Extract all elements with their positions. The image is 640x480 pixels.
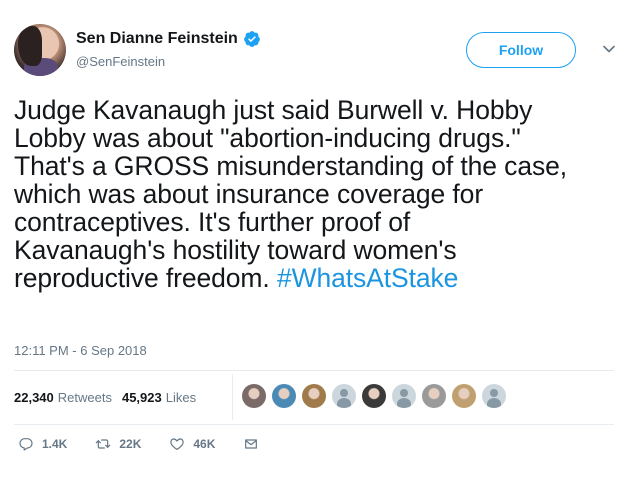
follow-button-label: Follow bbox=[498, 42, 544, 58]
liker-avatar-8[interactable] bbox=[452, 384, 476, 408]
tweet-text-line: That's a GROSS misunderstanding of the c… bbox=[14, 151, 568, 181]
liker-avatar-6[interactable] bbox=[392, 384, 416, 408]
divider-top bbox=[14, 370, 614, 371]
liker-avatar-5[interactable] bbox=[362, 384, 386, 408]
dm-action[interactable] bbox=[243, 436, 267, 452]
liker-avatar-3[interactable] bbox=[302, 384, 326, 408]
chevron-down-icon[interactable] bbox=[602, 42, 616, 56]
tweet-stats: 22,340 Retweets 45,923 Likes bbox=[14, 382, 196, 412]
heart-icon bbox=[170, 438, 185, 450]
author-name-row: Sen Dianne Feinstein bbox=[76, 30, 261, 48]
author-avatar[interactable] bbox=[14, 24, 66, 76]
tweet-text-line: Judge Kavanaugh just said Burwell v. Hob… bbox=[14, 95, 533, 125]
follow-button[interactable]: Follow bbox=[466, 32, 576, 68]
tweet-text-line: contraceptives. It's further proof of bbox=[14, 207, 411, 237]
retweet-action[interactable]: 22K bbox=[95, 436, 141, 452]
likes-label[interactable]: Likes bbox=[166, 390, 196, 405]
tweet-text-line: Kavanaugh's hostility toward women's bbox=[14, 235, 457, 265]
divider-bottom bbox=[14, 424, 614, 425]
like-action[interactable]: 46K bbox=[169, 436, 215, 452]
liker-avatar-4[interactable] bbox=[332, 384, 356, 408]
tweet-header: Sen Dianne Feinstein @SenFeinstein Follo… bbox=[14, 24, 626, 80]
like-count: 46K bbox=[193, 437, 216, 451]
reply-action[interactable]: 1.4K bbox=[18, 436, 67, 452]
author-handle[interactable]: @SenFeinstein bbox=[76, 54, 165, 69]
reply-icon bbox=[19, 438, 33, 451]
hashtag-link[interactable]: #WhatsAtStake bbox=[277, 263, 458, 293]
tweet-text-line: Lobby was about "abortion-inducing drugs… bbox=[14, 123, 521, 153]
tweet-timestamp[interactable]: 12:11 PM - 6 Sep 2018 bbox=[14, 343, 147, 358]
verified-badge-icon bbox=[243, 31, 260, 47]
liker-avatars bbox=[242, 384, 512, 408]
retweet-count: 22K bbox=[119, 437, 142, 451]
likes-count[interactable]: 45,923 bbox=[122, 390, 162, 405]
tweet-text-fragment: reproductive freedom. bbox=[14, 263, 277, 293]
retweets-label[interactable]: Retweets bbox=[58, 390, 112, 405]
direct-message-icon bbox=[245, 439, 258, 449]
tweet-text-line: which was about insurance coverage for bbox=[14, 179, 484, 209]
retweet-icon bbox=[96, 439, 111, 449]
author-display-name[interactable]: Sen Dianne Feinstein bbox=[76, 30, 238, 48]
tweet-card: Sen Dianne Feinstein @SenFeinstein Follo… bbox=[0, 0, 640, 480]
tweet-text: Judge Kavanaugh just said Burwell v. Hob… bbox=[14, 96, 614, 292]
stats-divider bbox=[232, 374, 233, 420]
liker-avatar-2[interactable] bbox=[272, 384, 296, 408]
tweet-text-line: reproductive freedom. #WhatsAtStake bbox=[14, 264, 614, 292]
liker-avatar-1[interactable] bbox=[242, 384, 266, 408]
retweets-count[interactable]: 22,340 bbox=[14, 390, 54, 405]
liker-avatar-7[interactable] bbox=[422, 384, 446, 408]
reply-count: 1.4K bbox=[42, 437, 68, 451]
tweet-actions: 1.4K 22K 46K bbox=[18, 436, 295, 452]
liker-avatar-9[interactable] bbox=[482, 384, 506, 408]
